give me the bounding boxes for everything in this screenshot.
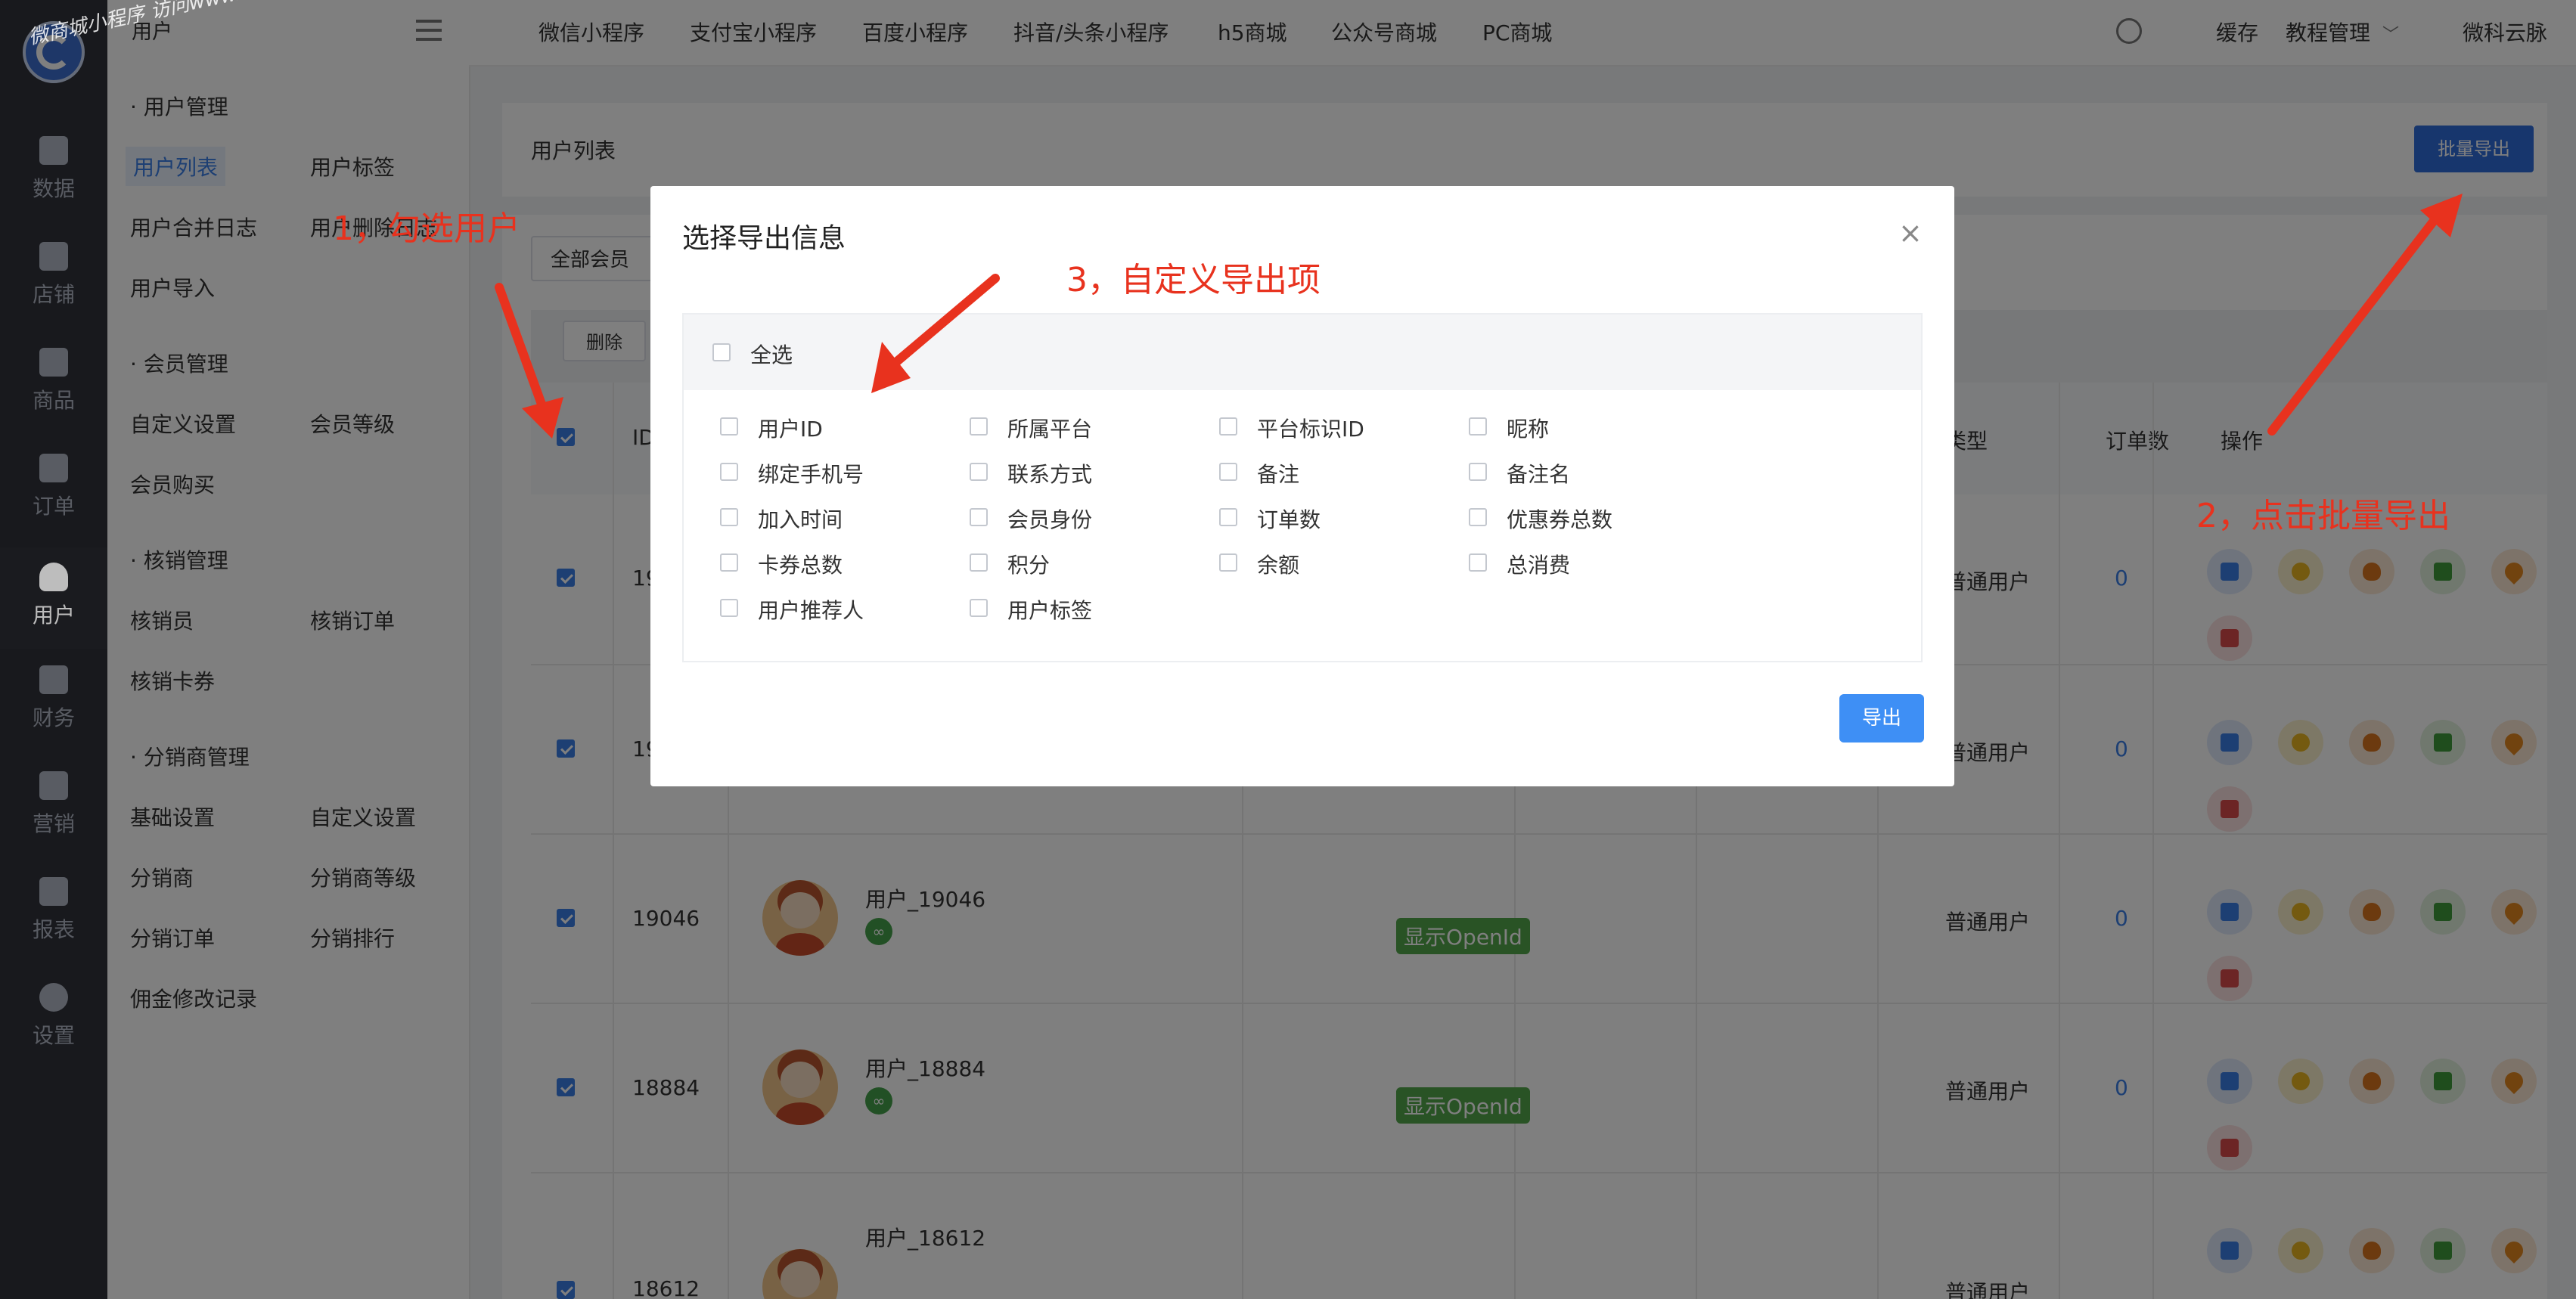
arrow-1-head <box>522 397 563 439</box>
annotation-step1: 1，勾选用户 <box>333 209 520 248</box>
arrow-3-shaft <box>892 274 1000 366</box>
annotation-step2: 2，点击批量导出 <box>2196 497 2450 535</box>
annotation-arrows <box>495 194 2463 439</box>
annotation-step3: 3，自定义导出项 <box>1066 261 1321 299</box>
arrow-2-shaft <box>2267 216 2438 436</box>
arrow-1-shaft <box>495 283 548 413</box>
